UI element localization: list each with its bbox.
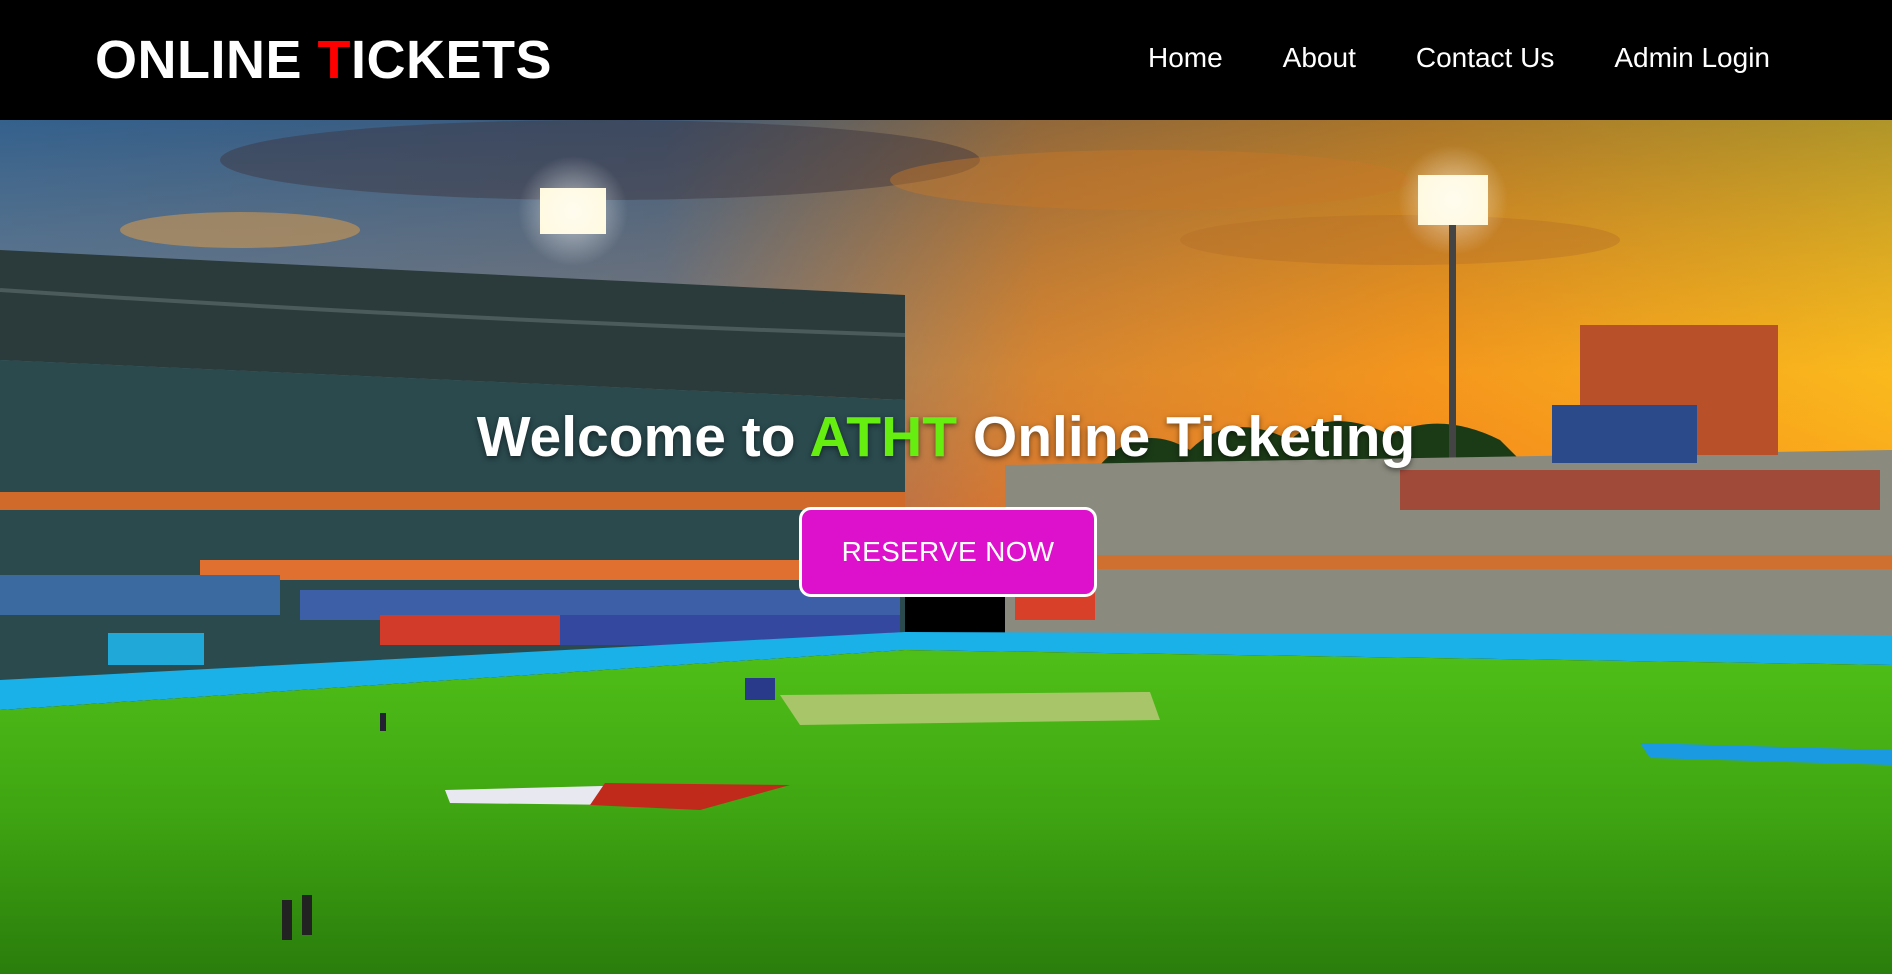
headline-text-before: Welcome to xyxy=(476,405,810,470)
reserve-now-button[interactable]: RESERVE NOW xyxy=(799,507,1097,597)
headline-highlight: ATHT xyxy=(809,405,958,470)
brand-text-part2: ICKETS xyxy=(351,30,553,90)
headline-text-after: Online Ticketing xyxy=(957,405,1416,470)
nav-about-link[interactable]: About xyxy=(1283,38,1356,78)
hero-section: Welcome to ATHT Online Ticketing RESERVE… xyxy=(0,120,1892,974)
nav-admin-login-link[interactable]: Admin Login xyxy=(1614,38,1770,78)
nav-home-link[interactable]: Home xyxy=(1148,38,1223,78)
nav-contact-link[interactable]: Contact Us xyxy=(1416,38,1555,78)
hero-headline: Welcome to ATHT Online Ticketing xyxy=(0,404,1892,470)
main-nav: Home About Contact Us Admin Login xyxy=(1148,38,1770,78)
top-navbar: ONLINE TICKETS Home About Contact Us Adm… xyxy=(0,0,1892,120)
brand-text-part1: ONLINE xyxy=(95,30,318,90)
site-logo[interactable]: ONLINE TICKETS xyxy=(95,30,552,90)
brand-accent-letter: T xyxy=(317,30,352,90)
